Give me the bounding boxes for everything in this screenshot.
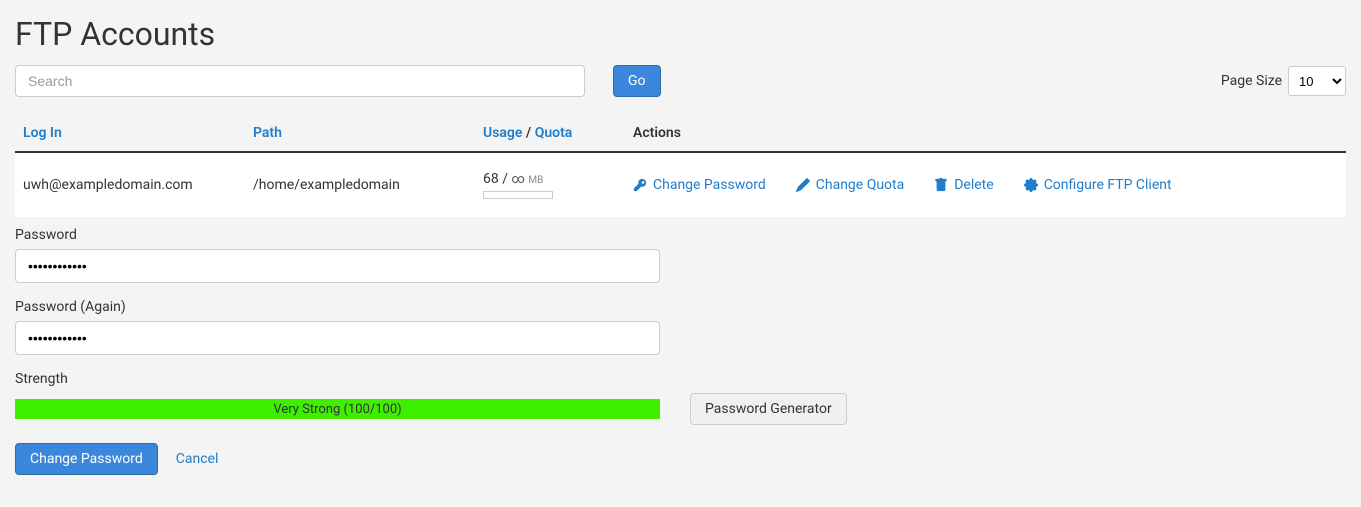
key-icon: [633, 178, 647, 192]
column-header-actions: Actions: [625, 117, 1346, 152]
table-row: uwh@exampledomain.com /home/exampledomai…: [15, 152, 1346, 217]
strength-bar: Very Strong (100/100): [15, 399, 660, 419]
page-size-control: Page Size 10: [1221, 66, 1346, 96]
password-generator-button[interactable]: Password Generator: [690, 393, 847, 425]
column-header-quota[interactable]: Quota: [535, 125, 573, 141]
page-size-select[interactable]: 10: [1288, 66, 1346, 96]
usage-bar: [483, 191, 553, 199]
change-password-form: Password Password (Again) Strength Very …: [15, 227, 1346, 475]
delete-link[interactable]: Delete: [934, 177, 993, 193]
column-header-usage[interactable]: Usage: [483, 125, 522, 141]
gear-icon: [1024, 178, 1038, 192]
password-field[interactable]: [15, 249, 660, 283]
go-button[interactable]: Go: [613, 65, 661, 97]
ftp-accounts-table: Log In Path Usage / Quota Actions uwh@ex…: [15, 117, 1346, 217]
change-password-button[interactable]: Change Password: [15, 443, 158, 475]
cell-usage: 68 / ∞ MB: [475, 152, 625, 217]
cell-path: /home/exampledomain: [245, 152, 475, 217]
change-password-link[interactable]: Change Password: [633, 177, 766, 193]
column-header-path[interactable]: Path: [253, 125, 282, 141]
trash-icon: [934, 178, 948, 192]
password-again-label: Password (Again): [15, 299, 1346, 315]
strength-label: Strength: [15, 371, 1346, 387]
page-title: FTP Accounts: [15, 15, 1346, 53]
search-input[interactable]: [15, 65, 585, 97]
page-size-label: Page Size: [1221, 73, 1282, 89]
search-row: Go Page Size 10: [15, 65, 1346, 97]
pencil-icon: [796, 178, 810, 192]
column-header-login[interactable]: Log In: [23, 125, 62, 141]
password-again-field[interactable]: [15, 321, 660, 355]
configure-ftp-link[interactable]: Configure FTP Client: [1024, 177, 1172, 193]
cancel-link[interactable]: Cancel: [176, 451, 219, 467]
cell-actions: Change Password Change Quota Delete: [625, 152, 1346, 217]
change-quota-link[interactable]: Change Quota: [796, 177, 904, 193]
cell-login: uwh@exampledomain.com: [15, 152, 245, 217]
password-label: Password: [15, 227, 1346, 243]
